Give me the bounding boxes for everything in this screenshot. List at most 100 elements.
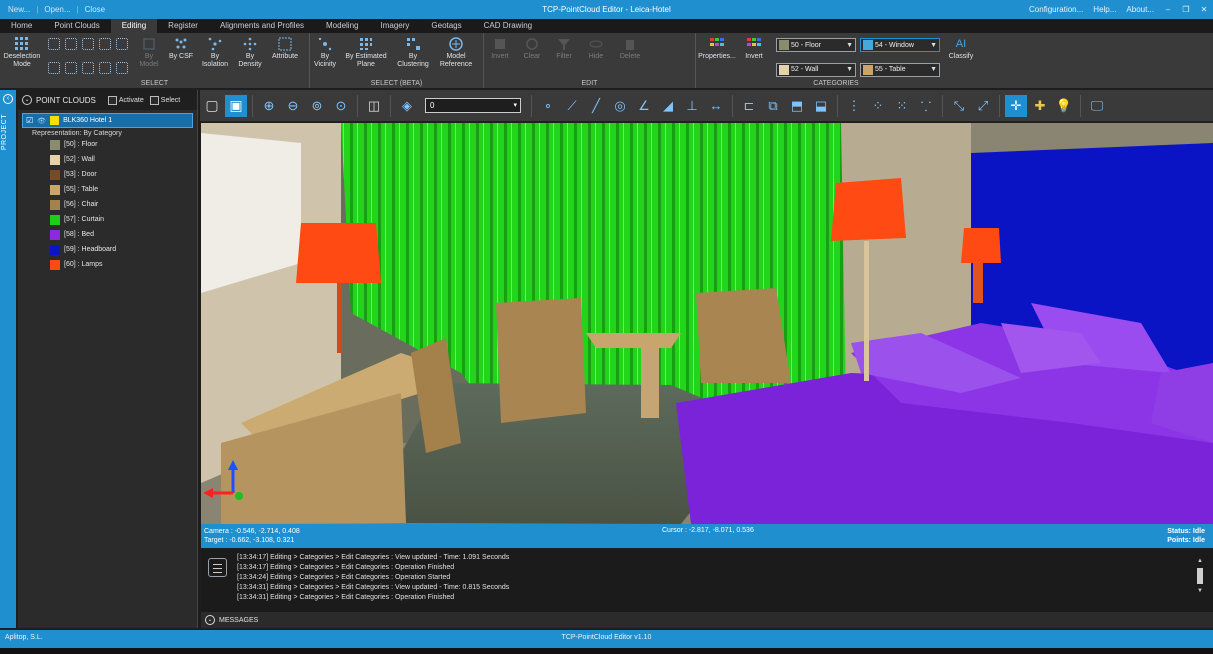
close-window-button[interactable]: ✕ <box>1195 5 1213 14</box>
dense-points-icon[interactable]: ⁙ <box>891 95 913 117</box>
view-cube-icon[interactable]: ◫ <box>363 95 385 117</box>
point-cloud-viewport[interactable] <box>201 123 1213 524</box>
light-icon[interactable]: 💡 <box>1053 95 1075 117</box>
rectangle-select-icon[interactable]: ▢ <box>201 95 223 117</box>
category-item[interactable]: [52] : Wall <box>22 152 193 167</box>
collapse-panel-icon[interactable]: ⌄ <box>22 95 32 105</box>
open-button[interactable]: Open... <box>40 5 74 14</box>
scroll-thumb[interactable] <box>1197 568 1203 584</box>
messages-bar[interactable]: ⌄ MESSAGES <box>201 612 1213 628</box>
category-label: [52] : Wall <box>64 156 95 163</box>
log-list-icon[interactable] <box>208 558 227 577</box>
properties-icon[interactable]: ⋮ <box>843 95 865 117</box>
representation-label: Representation: By Category <box>32 130 122 137</box>
select-grid-icon[interactable] <box>99 38 111 50</box>
category-item[interactable]: [50] : Floor <box>22 137 193 152</box>
tab-cad-drawing[interactable]: CAD Drawing <box>473 19 543 33</box>
zoom-extents-icon[interactable]: ⊚ <box>306 95 328 117</box>
category-select-table[interactable]: 55 - Table ▼ <box>860 62 940 77</box>
display-icon[interactable]: 🖵 <box>1086 95 1108 117</box>
about-link[interactable]: About... <box>1121 5 1159 14</box>
select-lasso-icon[interactable] <box>116 62 128 74</box>
clip-plane-icon[interactable]: ⬓ <box>810 95 832 117</box>
checkbox[interactable] <box>149 95 159 105</box>
scroll-down-icon[interactable]: ▼ <box>1197 588 1203 594</box>
color-axes-icon[interactable]: ✚ <box>1029 95 1051 117</box>
category-item[interactable]: [58] : Bed <box>22 227 193 242</box>
side-table-leg <box>641 348 659 418</box>
zoom-window-icon[interactable]: ⊙ <box>330 95 352 117</box>
eye-icon[interactable]: 👁 <box>37 117 46 125</box>
select-checkbox[interactable]: Select <box>149 95 180 105</box>
grid-points-icon[interactable]: ⁘ <box>867 95 889 117</box>
select-dots-icon[interactable] <box>48 62 60 74</box>
circle-icon[interactable]: ◎ <box>609 95 631 117</box>
tab-modeling[interactable]: Modeling <box>315 19 369 33</box>
measure-icon[interactable]: ⤡ <box>948 95 970 117</box>
category-select-window[interactable]: 54 - Window ▼ <box>860 38 940 52</box>
by-isolation-label: By Isolation <box>201 53 229 68</box>
window-select-icon[interactable]: ▣ <box>225 94 247 117</box>
chevron-down-icon[interactable]: ⌄ <box>205 615 215 625</box>
activate-checkbox[interactable]: Activate <box>107 95 144 105</box>
tab-register[interactable]: Register <box>157 19 209 33</box>
clip-box-icon[interactable]: ⧉ <box>762 95 784 117</box>
select-grid-icon[interactable] <box>82 38 94 50</box>
category-item[interactable]: [60] : Lamps <box>22 257 193 272</box>
log-line: [13:34:17] Editing > Categories > Edit C… <box>237 564 455 571</box>
tab-point-clouds[interactable]: Point Clouds <box>43 19 110 33</box>
axes-icon[interactable]: ✛ <box>1005 94 1027 117</box>
select-columns-icon[interactable] <box>116 38 128 50</box>
select-window-icon[interactable] <box>65 38 77 50</box>
layer-select[interactable]: 0 ▾ <box>425 98 521 113</box>
project-side-tab[interactable]: ‹ PROJECT <box>0 90 16 628</box>
area-icon[interactable]: ◢ <box>657 95 679 117</box>
scroll-up-icon[interactable]: ▲ <box>1197 558 1203 564</box>
line-icon[interactable]: ╱ <box>585 95 607 117</box>
zoom-in-icon[interactable]: ⊕ <box>258 95 280 117</box>
category-select-wall[interactable]: 52 - Wall ▼ <box>776 62 856 77</box>
select-rect-icon[interactable] <box>65 62 77 74</box>
color-palette-icon <box>710 38 724 46</box>
edit-group-label: EDIT <box>581 80 598 87</box>
select-group: Deselection Mode By Model By CSF By Isol… <box>0 33 310 88</box>
angle-icon[interactable]: ∠ <box>633 95 655 117</box>
maximize-button[interactable]: ❐ <box>1177 5 1195 14</box>
layers-icon[interactable]: ◈ <box>396 95 418 117</box>
scatter-points-icon[interactable]: ⸪ <box>915 95 937 117</box>
close-file-button[interactable]: Close <box>81 5 109 14</box>
distance-icon[interactable]: ↔ <box>705 95 727 117</box>
height-icon[interactable]: ⊥ <box>681 95 703 117</box>
select-cursor-icon[interactable] <box>99 62 111 74</box>
configuration-link[interactable]: Configuration... <box>1024 5 1088 14</box>
version-label: TCP-PointCloud Editor v1.10 <box>561 634 652 641</box>
select-fence-icon[interactable] <box>82 62 94 74</box>
tab-imagery[interactable]: Imagery <box>369 19 420 33</box>
category-item[interactable]: [59] : Headboard <box>22 242 193 257</box>
category-item[interactable]: [55] : Table <box>22 182 193 197</box>
tab-alignments-profiles[interactable]: Alignments and Profiles <box>209 19 315 33</box>
category-item[interactable]: [53] : Door <box>22 167 193 182</box>
menu-tabs: Home Point Clouds Editing Register Align… <box>0 19 1213 33</box>
help-link[interactable]: Help... <box>1088 5 1121 14</box>
log-scrollbar[interactable]: ▲ ▼ <box>1197 558 1203 606</box>
category-item[interactable]: [56] : Chair <box>22 197 193 212</box>
section-icon[interactable]: ⊏ <box>738 95 760 117</box>
tab-home[interactable]: Home <box>0 19 43 33</box>
tab-editing[interactable]: Editing <box>110 19 158 33</box>
checkbox[interactable] <box>107 95 117 105</box>
check-icon[interactable]: ☑ <box>26 116 33 125</box>
clip-cylinder-icon[interactable]: ⬒ <box>786 95 808 117</box>
select-point-icon[interactable] <box>48 38 60 50</box>
connect-icon[interactable]: ⤢ <box>972 95 994 117</box>
tree-root-item[interactable]: ☑ 👁 BLK360 Hotel 1 <box>22 113 193 128</box>
point-icon[interactable]: ∘ <box>537 95 559 117</box>
category-item[interactable]: [57] : Curtain <box>22 212 193 227</box>
category-select-floor[interactable]: 50 - Floor ▼ <box>776 38 856 52</box>
tab-geotags[interactable]: Geotags <box>420 19 472 33</box>
polyline-icon[interactable]: ⟋ <box>561 95 583 117</box>
zoom-out-icon[interactable]: ⊖ <box>282 95 304 117</box>
new-button[interactable]: New... <box>4 5 34 14</box>
minimize-button[interactable]: – <box>1159 5 1177 14</box>
collapse-icon[interactable]: ‹ <box>3 94 13 104</box>
